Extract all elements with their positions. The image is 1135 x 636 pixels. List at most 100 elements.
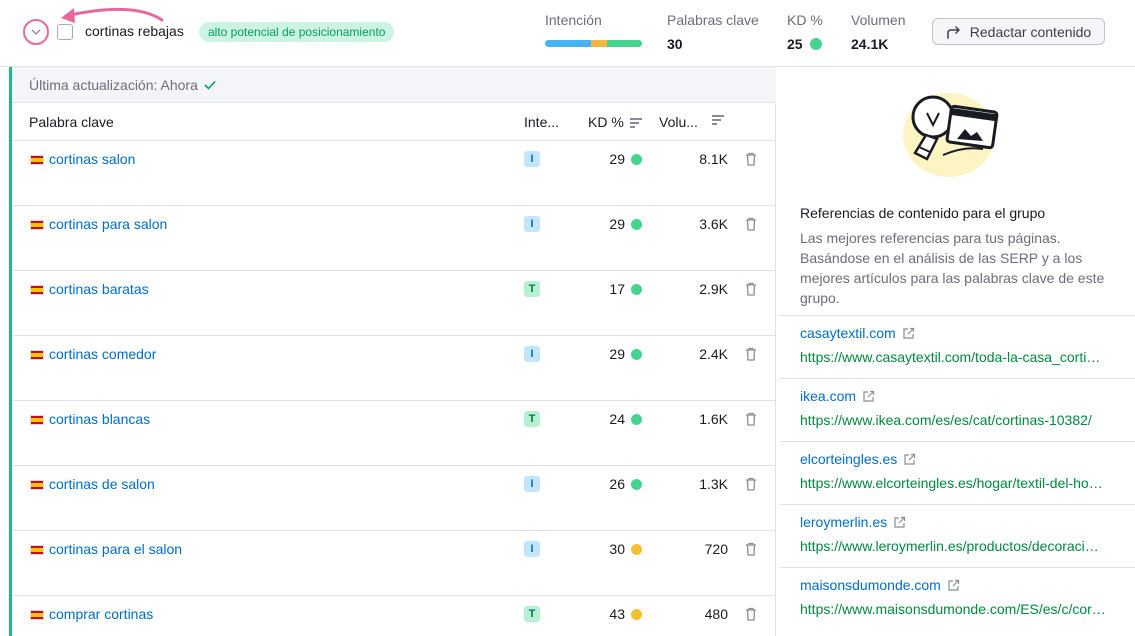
kd-dot <box>631 154 642 165</box>
reference-url-link[interactable]: https://www.ikea.com/es/es/cat/cortinas-… <box>800 412 1106 428</box>
keyword-link[interactable]: cortinas de salon <box>49 476 155 492</box>
trash-icon[interactable] <box>745 347 757 361</box>
keyword-link[interactable]: cortinas blancas <box>49 411 150 427</box>
write-content-button[interactable]: Redactar contenido <box>932 18 1105 45</box>
col-kd-label: KD % <box>588 114 624 130</box>
keyword-link[interactable]: cortinas para el salon <box>49 541 182 557</box>
intent-badge: I <box>524 541 540 557</box>
spain-flag-icon <box>30 350 44 360</box>
kd-value: 29 <box>609 216 625 232</box>
reference-item: casaytextil.com https://www.casaytextil.c… <box>780 315 1135 378</box>
expand-group-button[interactable] <box>23 19 49 45</box>
keyword-link[interactable]: cortinas para salon <box>49 216 167 232</box>
trash-icon[interactable] <box>745 477 757 491</box>
reference-domain-link[interactable]: ikea.com <box>800 388 875 404</box>
col-volume[interactable]: Volu... <box>659 114 698 130</box>
intent-label: Intención <box>545 12 602 28</box>
reference-domain-link[interactable]: elcorteingles.es <box>800 451 916 467</box>
references-description: Las mejores referencias para tus páginas… <box>800 230 1105 306</box>
kd-dot <box>631 609 642 620</box>
keyword-link[interactable]: cortinas comedor <box>49 346 156 362</box>
kd-value: 17 <box>609 281 625 297</box>
reference-domain: casaytextil.com <box>800 325 896 341</box>
potential-badge: alto potencial de posicionamiento <box>199 22 395 42</box>
reference-domain-link[interactable]: casaytextil.com <box>800 325 915 341</box>
reference-item: elcorteingles.es https://www.elcorteingle… <box>780 441 1135 504</box>
intent-badge: T <box>524 281 540 297</box>
table-row: cortinas baratas T 17 2.9K <box>12 271 776 336</box>
external-link-icon <box>903 327 914 339</box>
reference-domain: leroymerlin.es <box>800 514 888 530</box>
spain-flag-icon <box>30 285 44 295</box>
keyword-link[interactable]: cortinas salon <box>49 151 135 167</box>
volume-value: 3.6K <box>699 216 728 232</box>
group-checkbox[interactable] <box>57 24 73 40</box>
col-keyword[interactable]: Palabra clave <box>29 114 114 130</box>
spain-flag-icon <box>30 610 44 620</box>
kd-dot <box>631 544 642 555</box>
intent-badge: I <box>524 151 540 167</box>
sort-icon[interactable] <box>629 117 642 128</box>
spain-flag-icon <box>30 155 44 165</box>
reference-domain-link[interactable]: maisonsdumonde.com <box>800 577 960 593</box>
keywords-count: 30 <box>667 36 683 52</box>
intent-badge: I <box>524 346 540 362</box>
spain-flag-icon <box>30 415 44 425</box>
group-header: cortinas rebajas alto potencial de posic… <box>0 0 1135 67</box>
trash-icon[interactable] <box>745 152 757 166</box>
col-intent[interactable]: Inte... <box>524 114 559 130</box>
col-kd[interactable]: KD % <box>588 114 642 130</box>
check-icon <box>204 80 216 90</box>
trash-icon[interactable] <box>745 412 757 426</box>
sort-icon[interactable] <box>712 114 724 125</box>
kd-value: 29 <box>609 151 625 167</box>
table-header: Palabra clave Inte... KD % Volu... <box>12 103 776 141</box>
intent-segment <box>590 40 608 47</box>
intent-segment <box>545 40 591 47</box>
volume-label: Volumen <box>851 12 906 28</box>
update-text: Última actualización: Ahora <box>29 76 198 93</box>
reference-url-link[interactable]: https://www.elcorteingles.es/hogar/texti… <box>800 475 1106 491</box>
col-volume-sort[interactable] <box>712 114 724 125</box>
share-arrow-icon <box>947 25 960 39</box>
kd-value: 25 <box>787 36 803 52</box>
kd-dot <box>631 284 642 295</box>
volume-value: 1.3K <box>699 476 728 492</box>
keywords-label: Palabras clave <box>667 12 759 28</box>
kd-value: 24 <box>609 411 625 427</box>
references-panel: Referencias de contenido para el grupo L… <box>780 67 1135 636</box>
reference-item: leroymerlin.es https://www.leroymerlin.es… <box>780 504 1135 567</box>
volume-value: 720 <box>704 541 728 557</box>
table-row: cortinas blancas T 24 1.6K <box>12 401 776 466</box>
volume-value: 2.4K <box>699 346 728 362</box>
table-row: cortinas comedor I 29 2.4K <box>12 336 776 401</box>
intent-distribution-bar <box>545 40 642 47</box>
keyword-link[interactable]: comprar cortinas <box>49 606 153 622</box>
reference-url-link[interactable]: https://www.casaytextil.com/toda-la-casa… <box>800 349 1106 365</box>
reference-domain-link[interactable]: leroymerlin.es <box>800 514 906 530</box>
trash-icon[interactable] <box>745 542 757 556</box>
trash-icon[interactable] <box>745 217 757 231</box>
volume-value: 24.1K <box>851 36 889 52</box>
group-name: cortinas rebajas <box>85 23 184 39</box>
reference-domain: elcorteingles.es <box>800 451 898 467</box>
volume-value: 8.1K <box>699 151 728 167</box>
table-row: cortinas de salon I 26 1.3K <box>12 466 776 531</box>
kd-value: 29 <box>609 346 625 362</box>
table-row: cortinas salon I 29 8.1K <box>12 141 776 206</box>
volume-value: 480 <box>704 606 728 622</box>
table-row: cortinas para salon I 29 3.6K <box>12 206 776 271</box>
spain-flag-icon <box>30 220 44 230</box>
trash-icon[interactable] <box>745 607 757 621</box>
keywords-panel: Última actualización: Ahora Palabra clav… <box>12 67 776 636</box>
reference-url-link[interactable]: https://www.leroymerlin.es/productos/dec… <box>800 538 1106 554</box>
reference-item: ikea.com https://www.ikea.com/es/es/cat/c… <box>780 378 1135 441</box>
update-status: Última actualización: Ahora <box>12 67 776 103</box>
external-link-icon <box>863 390 875 402</box>
lightbulb-illustration <box>903 93 999 177</box>
reference-url-link[interactable]: https://www.maisonsdumonde.com/ES/es/c/c… <box>800 601 1106 617</box>
keyword-link[interactable]: cortinas baratas <box>49 281 149 297</box>
write-content-label: Redactar contenido <box>969 23 1092 40</box>
trash-icon[interactable] <box>745 282 757 296</box>
table-row: comprar cortinas T 43 480 <box>12 596 776 636</box>
